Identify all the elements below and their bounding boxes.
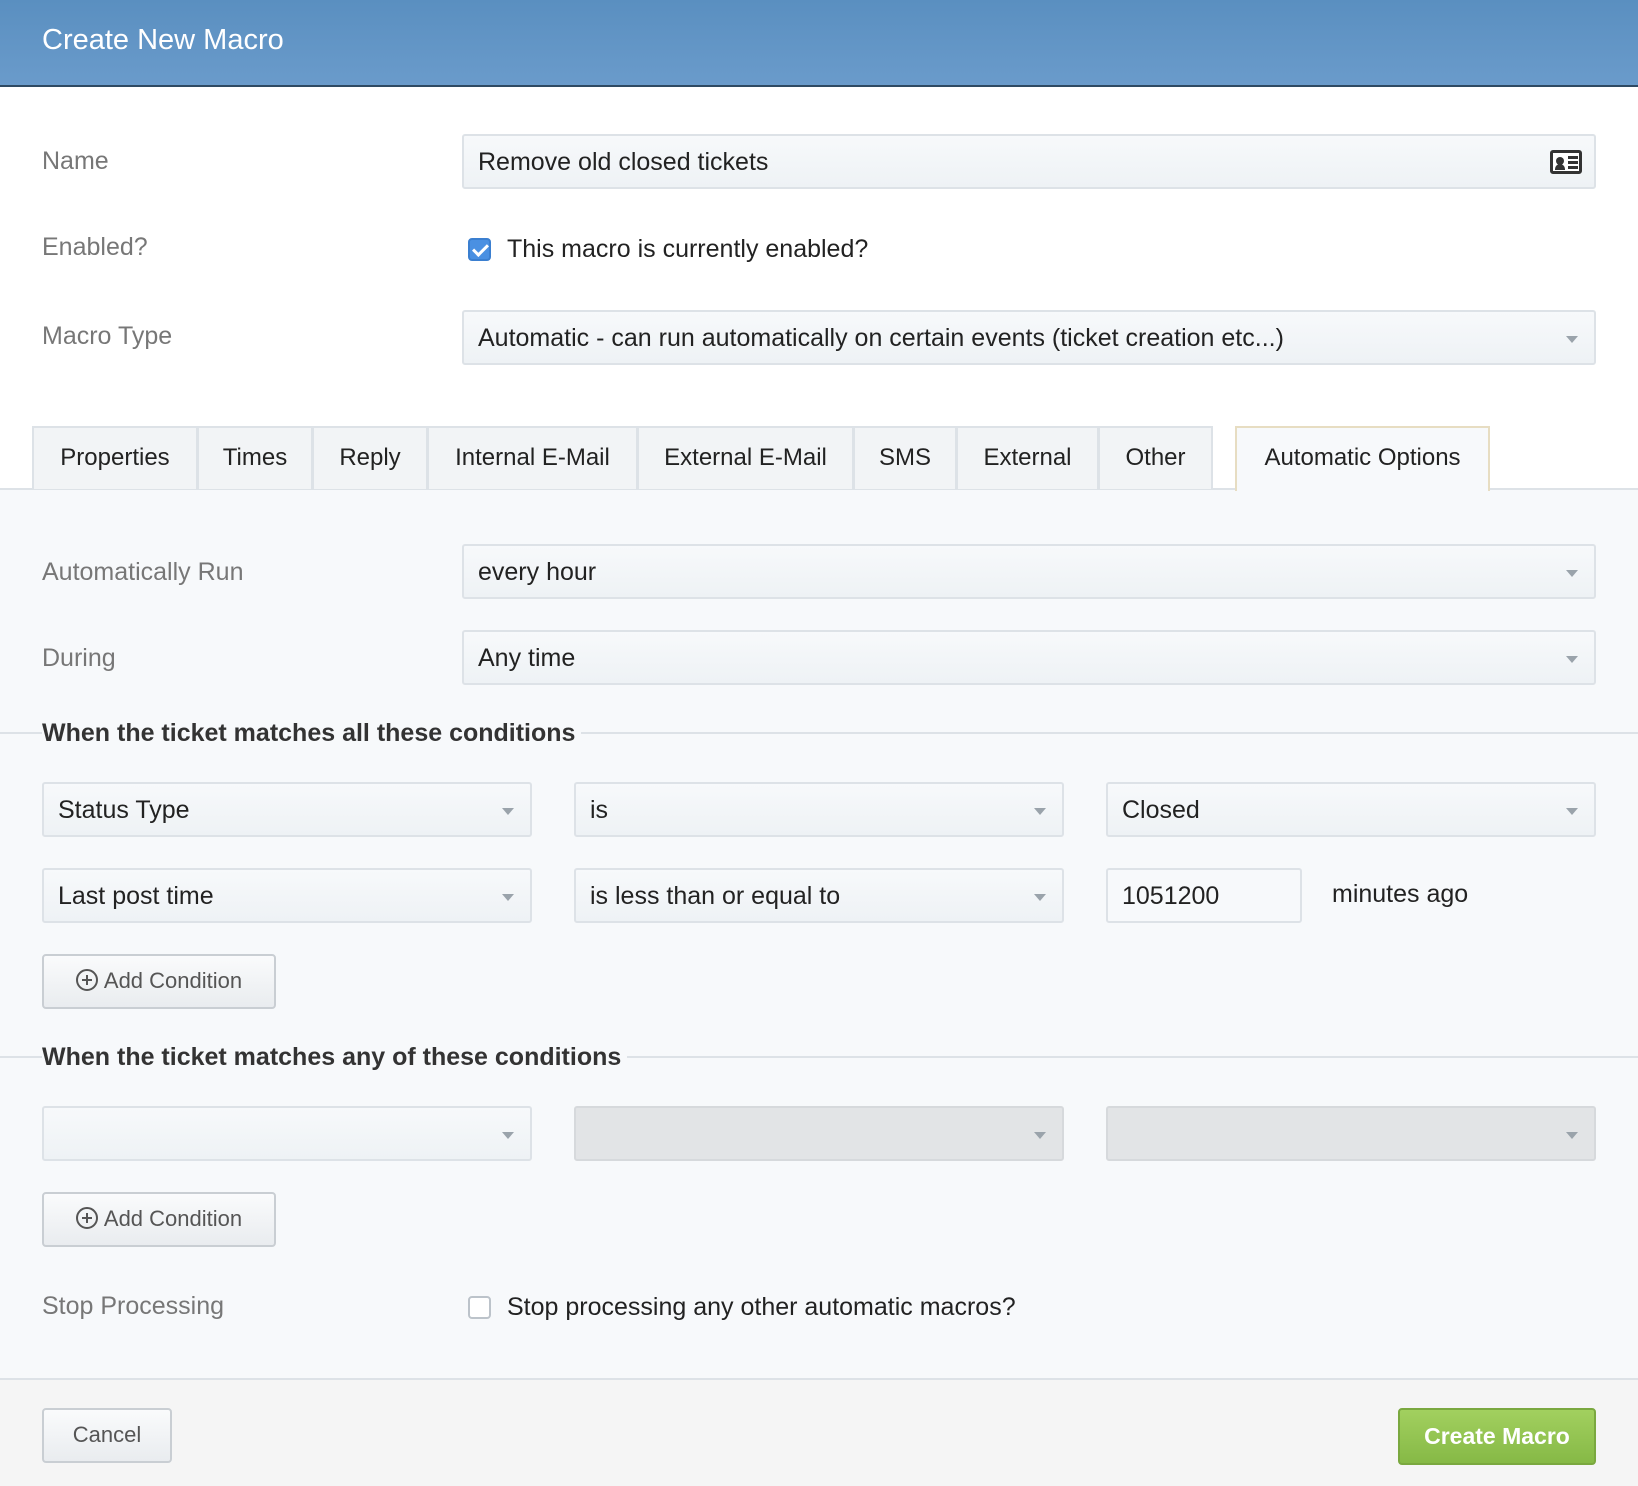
condition-value-select[interactable]: Closed (1106, 782, 1596, 837)
dialog-title: Create New Macro (42, 24, 284, 56)
plus-circle-icon (75, 969, 98, 991)
cancel-button[interactable]: Cancel (42, 1408, 172, 1463)
automatically-run-label: Automatically Run (42, 558, 244, 586)
add-condition-button[interactable]: Add Condition (42, 954, 276, 1009)
enabled-label: Enabled? (42, 233, 148, 261)
minutes-ago-label: minutes ago (1332, 880, 1469, 908)
dialog-header: Create New Macro (0, 0, 1638, 87)
condition-operator-select[interactable]: is (574, 782, 1064, 837)
condition-value: Closed (1122, 796, 1200, 824)
chevron-down-icon (1034, 808, 1046, 815)
add-condition-label: Add Condition (103, 968, 243, 993)
enabled-checkbox-label[interactable]: This macro is currently enabled? (507, 235, 868, 264)
condition-value-select[interactable] (1106, 1106, 1596, 1161)
condition-operator-value: is (590, 796, 609, 824)
name-label: Name (42, 147, 109, 175)
name-input[interactable]: Remove old closed tickets (462, 134, 1596, 189)
chevron-down-icon (502, 894, 514, 901)
macro-type-label: Macro Type (42, 322, 173, 350)
condition-field-value: Last post time (58, 882, 214, 910)
condition-field-select[interactable]: Status Type (42, 782, 532, 837)
tab-sms[interactable]: SMS (853, 426, 957, 489)
stop-processing-label: Stop Processing (42, 1292, 225, 1320)
name-input-value: Remove old closed tickets (478, 148, 769, 176)
during-value: Any time (478, 644, 576, 672)
stop-processing-checkbox-label[interactable]: Stop processing any other automatic macr… (507, 1293, 1016, 1322)
chevron-down-icon (1566, 336, 1578, 343)
tab-times[interactable]: Times (197, 426, 313, 489)
macro-type-select[interactable]: Automatic - can run automatically on cer… (462, 310, 1596, 365)
add-condition-label: Add Condition (103, 1206, 243, 1231)
chevron-down-icon (1034, 1132, 1046, 1139)
chevron-down-icon (1566, 656, 1578, 663)
dialog-footer (0, 1378, 1638, 1486)
tab-other[interactable]: Other (1098, 426, 1213, 489)
condition-operator-select[interactable]: is less than or equal to (574, 868, 1064, 923)
plus-circle-icon (75, 1207, 98, 1229)
create-macro-button[interactable]: Create Macro (1398, 1408, 1596, 1465)
stop-processing-checkbox[interactable] (468, 1296, 491, 1319)
condition-operator-select[interactable] (574, 1106, 1064, 1161)
automatically-run-select[interactable]: every hour (462, 544, 1596, 599)
tab-properties[interactable]: Properties (32, 426, 198, 489)
automatically-run-value: every hour (478, 558, 597, 586)
chevron-down-icon (1566, 808, 1578, 815)
condition-operator-value: is less than or equal to (590, 882, 841, 910)
minutes-input-value: 1051200 (1122, 882, 1220, 910)
condition-field-value: Status Type (58, 796, 190, 824)
all-conditions-title: When the ticket matches all these condit… (42, 719, 582, 748)
chevron-down-icon (1566, 570, 1578, 577)
tab-reply[interactable]: Reply (312, 426, 428, 489)
macro-type-value: Automatic - can run automatically on cer… (478, 324, 1284, 352)
minutes-input[interactable]: 1051200 (1106, 868, 1302, 923)
chevron-down-icon (502, 1132, 514, 1139)
contact-card-icon[interactable] (1550, 150, 1582, 174)
tab-external[interactable]: External (956, 426, 1099, 489)
chevron-down-icon (502, 808, 514, 815)
tab-internal-email[interactable]: Internal E-Mail (427, 426, 638, 489)
any-conditions-title: When the ticket matches any of these con… (42, 1043, 628, 1072)
condition-field-select[interactable] (42, 1106, 532, 1161)
tab-automatic-options[interactable]: Automatic Options (1235, 426, 1490, 491)
during-select[interactable]: Any time (462, 630, 1596, 685)
chevron-down-icon (1566, 1132, 1578, 1139)
condition-field-select[interactable]: Last post time (42, 868, 532, 923)
chevron-down-icon (1034, 894, 1046, 901)
add-condition-button[interactable]: Add Condition (42, 1192, 276, 1247)
enabled-checkbox[interactable] (468, 238, 491, 261)
tab-external-email[interactable]: External E-Mail (637, 426, 854, 489)
during-label: During (42, 644, 116, 672)
